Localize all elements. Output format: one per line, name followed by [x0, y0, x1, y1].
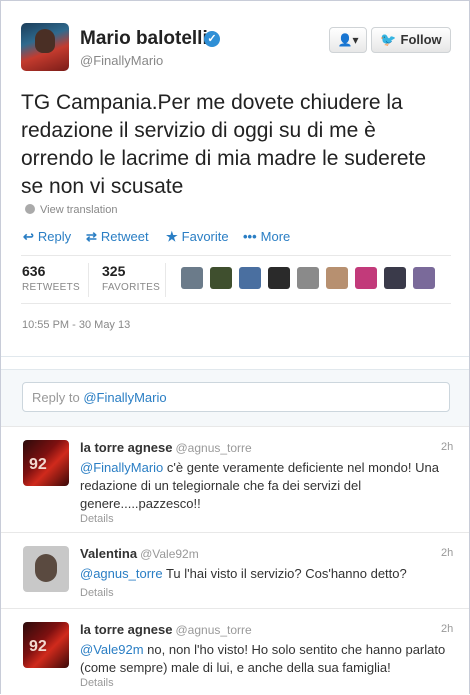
reply-author[interactable]: Valentina @Vale92m: [80, 546, 199, 561]
reply-label: Reply: [37, 229, 72, 244]
reply-author[interactable]: la torre agnese @agnus_torre: [80, 622, 252, 637]
reply-mention[interactable]: @Vale92m: [80, 642, 144, 657]
stats-separator: [165, 263, 166, 297]
favoriter-avatar[interactable]: [326, 267, 348, 289]
favoriter-avatar[interactable]: [239, 267, 261, 289]
favoriter-avatar[interactable]: [384, 267, 406, 289]
favorite-action[interactable]: ★ Favorite: [166, 229, 229, 245]
favoriter-avatar[interactable]: [268, 267, 290, 289]
reply-time[interactable]: 2h: [441, 547, 453, 559]
favorites-count[interactable]: 325: [102, 263, 125, 279]
tweet-text: TG Campania.Per me dovete chiudere la re…: [21, 91, 427, 198]
retweet-icon: ⇄: [86, 229, 97, 244]
reply-details-link[interactable]: Details: [80, 677, 114, 689]
favoriter-avatar[interactable]: [413, 267, 435, 289]
follow-label: Follow: [400, 32, 442, 47]
verified-badge-icon: ✓: [204, 31, 220, 47]
profile-avatar[interactable]: [21, 23, 69, 71]
reply-author-name: la torre agnese: [80, 622, 173, 637]
favorite-label: Favorite: [181, 229, 229, 244]
reply-author-handle: @agnus_torre: [175, 441, 252, 455]
retweets-label[interactable]: RETWEETS: [22, 282, 80, 293]
favoriter-avatar[interactable]: [181, 267, 203, 289]
user-menu-glyph: 👤▾: [337, 33, 359, 47]
favoriter-avatar[interactable]: [355, 267, 377, 289]
reply-author-handle: @agnus_torre: [175, 623, 252, 637]
reply-tweet[interactable]: la torre agnese@agnus_torre 2h @Vale92m …: [1, 608, 469, 695]
user-actions-button[interactable]: 👤▾: [329, 27, 367, 53]
view-translation-link[interactable]: View translation: [25, 204, 117, 216]
reply-input[interactable]: Reply to @FinallyMario: [22, 382, 450, 412]
reply-author[interactable]: la torre agnese @agnus_torre: [80, 440, 252, 455]
reply-time[interactable]: 2h: [441, 623, 453, 635]
reply-text: @Vale92m no, non l'ho visto! Ho solo sen…: [80, 641, 450, 677]
reply-author-name: Valentina: [80, 546, 138, 561]
favoriter-avatar[interactable]: [210, 267, 232, 289]
star-icon: ★: [166, 229, 178, 244]
reply-avatar[interactable]: [23, 440, 69, 486]
reply-tweet[interactable]: la torre agnese@agnus_torre 2h @FinallyM…: [1, 426, 469, 533]
retweet-label: Retweet: [100, 229, 149, 244]
favorites-label[interactable]: FAVORITES: [102, 282, 160, 293]
tweet-timestamp[interactable]: 10:55 PM - 30 May 13: [22, 319, 130, 331]
reply-text: @agnus_torre Tu l'hai visto il servizio?…: [80, 565, 450, 583]
reply-icon: ↩: [23, 229, 34, 244]
reply-tweet[interactable]: Valentina @Vale92m 2h @agnus_torre Tu l'h…: [1, 532, 469, 609]
reply-body: Tu l'hai visto il servizio? Cos'hanno de…: [162, 566, 407, 581]
retweet-action[interactable]: ⇄ Retweet: [86, 229, 149, 245]
profile-handle[interactable]: @FinallyMario: [80, 53, 163, 68]
reply-details-link[interactable]: Details: [80, 513, 114, 525]
tweet-card: Mario balotelli ✓ @FinallyMario 👤▾ 🐦 Foll…: [1, 1, 469, 357]
reply-time[interactable]: 2h: [441, 441, 453, 453]
stats-divider-top: [21, 255, 451, 256]
reply-mention[interactable]: @FinallyMario: [80, 460, 163, 475]
reply-input-mention: @FinallyMario: [83, 390, 167, 405]
retweets-count[interactable]: 636: [22, 263, 45, 279]
more-action[interactable]: ••• More: [243, 229, 290, 244]
reply-details-link[interactable]: Details: [80, 587, 114, 599]
stats-separator: [88, 263, 89, 297]
favoriter-avatar[interactable]: [297, 267, 319, 289]
reply-author-handle: @Vale92m: [140, 547, 199, 561]
profile-name[interactable]: Mario balotelli: [80, 28, 208, 50]
follow-button[interactable]: 🐦 Follow: [371, 27, 451, 53]
tweet-page: Mario balotelli ✓ @FinallyMario 👤▾ 🐦 Foll…: [0, 0, 470, 695]
reply-action[interactable]: ↩ Reply: [23, 229, 71, 245]
more-label: More: [260, 229, 291, 244]
reply-input-prefix: Reply to: [32, 390, 84, 405]
reply-author-name: la torre agnese: [80, 440, 173, 455]
reply-avatar[interactable]: [23, 622, 69, 668]
reply-avatar[interactable]: [23, 546, 69, 592]
more-dots-icon: •••: [243, 229, 257, 244]
reply-text: @FinallyMario c'è gente veramente defici…: [80, 459, 450, 513]
reply-area: Reply to @FinallyMario: [1, 369, 469, 427]
view-translation-label: View translation: [40, 204, 118, 216]
twitter-bird-icon: 🐦: [380, 32, 397, 47]
stats-divider-bottom: [21, 303, 451, 304]
reply-mention[interactable]: @agnus_torre: [80, 566, 163, 581]
globe-icon: [25, 204, 35, 214]
